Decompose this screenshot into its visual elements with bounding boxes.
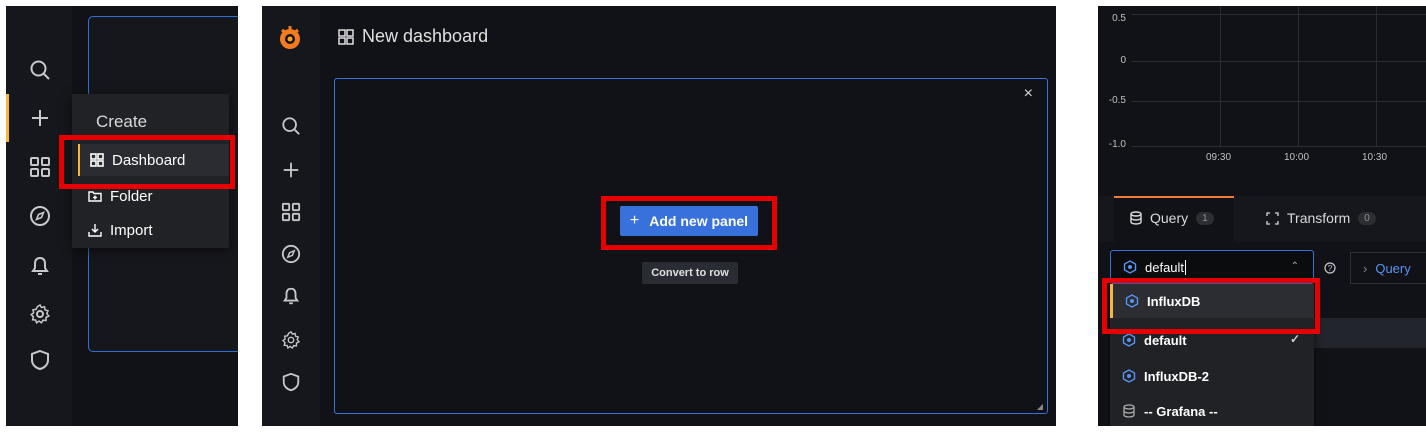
- influxdb-icon: [1123, 260, 1137, 274]
- active-indicator: [6, 94, 9, 142]
- database-icon: [1122, 404, 1136, 418]
- y-tick-label: -1.0: [1108, 139, 1126, 150]
- compass-icon[interactable]: [277, 240, 305, 268]
- tab-transform[interactable]: Transform 0: [1266, 210, 1376, 226]
- tab-transform-label: Transform: [1287, 210, 1351, 226]
- grid-line: [1298, 6, 1299, 146]
- folder-plus-icon: [88, 189, 102, 203]
- apps-icon[interactable]: [26, 153, 54, 181]
- datasource-option-label: InfluxDB: [1147, 293, 1201, 309]
- x-tick-label: 10:30: [1362, 152, 1388, 163]
- search-icon[interactable]: [26, 56, 54, 84]
- menu-item-import[interactable]: Import: [78, 214, 229, 246]
- new-dashboard-screenshot: New dashboard × ◢ + Add new panel Conver…: [262, 6, 1056, 426]
- grid-line: [1376, 6, 1377, 146]
- chevron-up-icon: ⌃: [1290, 261, 1299, 272]
- menu-item-import-label: Import: [110, 221, 153, 239]
- query-options-button[interactable]: › Query: [1350, 252, 1426, 284]
- y-tick-label: -0.5: [1108, 95, 1126, 106]
- tab-query-count: 1: [1196, 211, 1214, 225]
- bell-icon[interactable]: [277, 282, 305, 310]
- datasource-picker-input[interactable]: default ⌃: [1110, 250, 1314, 284]
- create-menu-screenshot: Create Dashboard Folder Import: [6, 6, 238, 426]
- x-tick-label: 09:30: [1206, 152, 1232, 163]
- close-icon[interactable]: ×: [1024, 85, 1033, 103]
- help-icon[interactable]: ?: [1324, 262, 1336, 274]
- influxdb-icon: [1122, 369, 1136, 383]
- chevron-right-icon: ›: [1363, 260, 1368, 276]
- apps-icon[interactable]: [277, 198, 305, 226]
- plus-icon: +: [629, 212, 640, 229]
- y-tick-label: 0: [1120, 55, 1126, 66]
- page-title: New dashboard: [338, 26, 488, 47]
- grid-line: [1132, 146, 1426, 147]
- plus-icon[interactable]: [26, 104, 54, 132]
- shield-icon[interactable]: [26, 346, 54, 374]
- datasource-option[interactable]: -- Grafana --: [1110, 394, 1314, 426]
- empty-panel: × ◢: [334, 78, 1048, 414]
- query-options-label: Query: [1375, 260, 1411, 276]
- create-menu: Create Dashboard Folder Import: [72, 94, 229, 248]
- apps-icon: [338, 28, 354, 45]
- compass-icon[interactable]: [26, 202, 54, 230]
- convert-to-row-button[interactable]: Convert to row: [642, 262, 738, 284]
- search-icon[interactable]: [277, 112, 305, 140]
- page-title-text: New dashboard: [362, 26, 489, 46]
- query-editor-screenshot: 0.5 0 -0.5 -1.0 09:30 10:00 10:30 Query …: [1098, 6, 1426, 426]
- datasource-option-label: default: [1144, 332, 1187, 348]
- y-tick-label: 0.5: [1112, 13, 1126, 24]
- grid-line: [1132, 101, 1426, 102]
- shield-icon[interactable]: [277, 368, 305, 396]
- sidebar: [262, 6, 320, 426]
- datasource-option[interactable]: default ✓: [1110, 323, 1314, 357]
- influxdb-icon: [1122, 333, 1136, 347]
- sidebar: [6, 6, 72, 426]
- transform-icon: [1266, 211, 1279, 225]
- datasource-picker-value: default: [1145, 259, 1185, 275]
- text-cursor: [1185, 259, 1187, 275]
- menu-item-folder-label: Folder: [110, 187, 153, 205]
- create-menu-title: Create: [96, 112, 148, 131]
- resize-handle-icon[interactable]: ◢: [1037, 402, 1043, 411]
- datasource-option-label: -- Grafana --: [1144, 403, 1218, 419]
- menu-item-dashboard-label: Dashboard: [112, 151, 186, 169]
- tab-bar: Query 1 Transform 0: [1098, 196, 1426, 242]
- grid-line: [1132, 61, 1426, 62]
- add-new-panel-button[interactable]: + Add new panel: [620, 206, 758, 236]
- datasource-option-label: InfluxDB-2: [1144, 368, 1209, 384]
- apps-icon: [90, 153, 104, 167]
- x-tick-label: 10:00: [1284, 152, 1310, 163]
- tab-query[interactable]: Query 1: [1114, 196, 1234, 242]
- datasource-option[interactable]: InfluxDB: [1110, 284, 1314, 318]
- grafana-logo-icon[interactable]: [276, 24, 304, 52]
- svg-text:?: ?: [1328, 264, 1333, 273]
- tab-transform-count: 0: [1358, 211, 1376, 225]
- check-icon: ✓: [1289, 332, 1300, 346]
- plus-icon[interactable]: [277, 156, 305, 184]
- gear-icon[interactable]: [26, 300, 54, 328]
- grid-line: [1220, 6, 1221, 146]
- tab-query-label: Query: [1150, 210, 1189, 226]
- grid-line: [1132, 14, 1426, 15]
- influxdb-icon: [1125, 294, 1139, 308]
- database-icon: [1130, 211, 1142, 225]
- menu-item-dashboard[interactable]: Dashboard: [78, 144, 229, 176]
- import-icon: [88, 223, 102, 237]
- gear-icon[interactable]: [277, 326, 305, 354]
- add-new-panel-label: Add new panel: [649, 213, 749, 229]
- graph-area: 0.5 0 -0.5 -1.0 09:30 10:00 10:30: [1098, 6, 1426, 174]
- bell-icon[interactable]: [26, 252, 54, 280]
- datasource-option[interactable]: InfluxDB-2: [1110, 359, 1314, 393]
- menu-item-folder[interactable]: Folder: [78, 180, 229, 212]
- query-row-header: [1314, 318, 1426, 348]
